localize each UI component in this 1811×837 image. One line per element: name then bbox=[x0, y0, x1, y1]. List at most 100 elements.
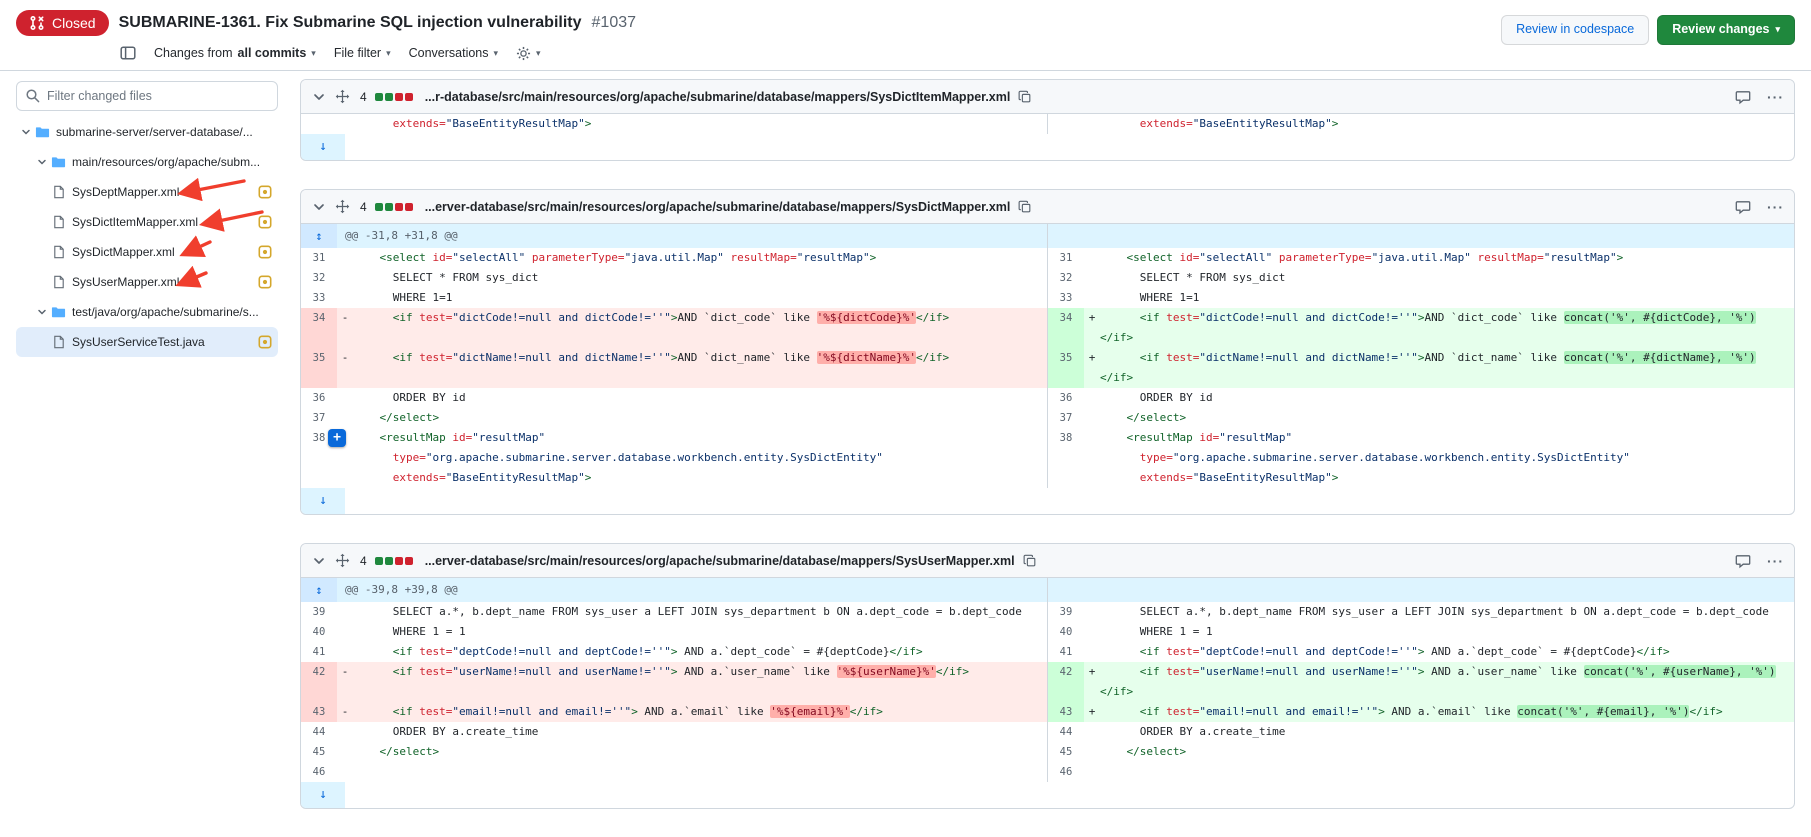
line-number[interactable]: 42 bbox=[1048, 662, 1084, 702]
diff-side: 36 ORDER BY id bbox=[1048, 388, 1794, 408]
line-number[interactable]: 36 bbox=[1048, 388, 1084, 408]
collapse-file-chevron-icon[interactable] bbox=[311, 89, 327, 105]
chevron-down-icon[interactable] bbox=[20, 126, 35, 138]
diff-row: 45 </select>45 </select> bbox=[301, 742, 1794, 762]
tree-folder-item[interactable]: test/java/org/apache/submarine/s... bbox=[16, 297, 278, 327]
line-number[interactable]: 35 bbox=[1048, 348, 1084, 388]
expand-down-button[interactable]: ↓ bbox=[301, 488, 345, 514]
copy-path-button[interactable] bbox=[1018, 90, 1032, 104]
tree-file-item[interactable]: SysDeptMapper.xml bbox=[16, 177, 278, 207]
sidebar-toggle-icon[interactable] bbox=[120, 45, 136, 61]
line-number[interactable]: 39 bbox=[1048, 602, 1084, 622]
line-number[interactable]: 46 bbox=[301, 762, 337, 782]
line-number[interactable]: 32 bbox=[301, 268, 337, 288]
collapse-file-chevron-icon[interactable] bbox=[311, 199, 327, 215]
line-number[interactable]: 40 bbox=[1048, 622, 1084, 642]
line-number[interactable]: 39 bbox=[301, 602, 337, 622]
code-text: <if test="userName!=null and userName!='… bbox=[1100, 662, 1776, 682]
code-line: - <if test="dictCode!=null and dictCode!… bbox=[337, 308, 1043, 328]
line-number[interactable]: 44 bbox=[1048, 722, 1084, 742]
diff-marker bbox=[337, 114, 353, 134]
diffstat-square bbox=[405, 557, 413, 565]
kebab-menu-button[interactable]: ··· bbox=[1767, 89, 1784, 105]
line-number[interactable]: 33 bbox=[1048, 288, 1084, 308]
file-filter-dropdown[interactable]: File filter ▾ bbox=[334, 46, 391, 60]
line-number[interactable]: 46 bbox=[1048, 762, 1084, 782]
kebab-menu-button[interactable]: ··· bbox=[1767, 199, 1784, 215]
diff-row: extends="BaseEntityResultMap"> extends="… bbox=[301, 114, 1794, 134]
code-text: <if test="dictCode!=null and dictCode!='… bbox=[353, 308, 949, 328]
diff-row: 32 SELECT * FROM sys_dict32 SELECT * FRO… bbox=[301, 268, 1794, 288]
code-text: </select> bbox=[353, 742, 439, 762]
comment-button[interactable] bbox=[1735, 89, 1751, 105]
conversations-dropdown[interactable]: Conversations ▾ bbox=[409, 46, 498, 60]
line-number[interactable]: 31 bbox=[1048, 248, 1084, 268]
code-line: </if> bbox=[1084, 682, 1790, 702]
line-number[interactable]: 41 bbox=[1048, 642, 1084, 662]
line-number[interactable]: 37 bbox=[301, 408, 337, 428]
tree-file-item[interactable]: SysDictMapper.xml bbox=[16, 237, 278, 267]
tree-file-item[interactable]: SysUserServiceTest.java bbox=[16, 327, 278, 357]
file-header-actions: ··· bbox=[1735, 553, 1784, 569]
line-number[interactable]: 44 bbox=[301, 722, 337, 742]
diff-row: 35- <if test="dictName!=null and dictNam… bbox=[301, 348, 1794, 388]
line-number[interactable] bbox=[301, 114, 337, 134]
drag-handle-icon[interactable] bbox=[335, 199, 350, 214]
diff-row: 33 WHERE 1=133 WHERE 1=1 bbox=[301, 288, 1794, 308]
add-comment-button[interactable]: + bbox=[328, 429, 346, 447]
diff-side: 44 ORDER BY a.create_time bbox=[301, 722, 1047, 742]
review-changes-button[interactable]: Review changes ▾ bbox=[1657, 15, 1795, 45]
kebab-menu-button[interactable]: ··· bbox=[1767, 553, 1784, 569]
line-number[interactable]: 41 bbox=[301, 642, 337, 662]
expand-down-button[interactable]: ↓ bbox=[301, 134, 345, 160]
files-toolbar: Changes from all commits ▾ File filter ▾… bbox=[120, 45, 1795, 61]
expand-hunk-button[interactable]: ↕ bbox=[301, 578, 337, 602]
changes-from-dropdown[interactable]: Changes from all commits ▾ bbox=[154, 46, 316, 60]
line-number[interactable]: 31 bbox=[301, 248, 337, 268]
diffstat-square bbox=[405, 203, 413, 211]
line-number[interactable]: 32 bbox=[1048, 268, 1084, 288]
code-line: WHERE 1 = 1 bbox=[337, 622, 1043, 642]
line-number[interactable]: 45 bbox=[301, 742, 337, 762]
copy-path-button[interactable] bbox=[1018, 200, 1032, 214]
tree-file-item[interactable]: SysUserMapper.xml bbox=[16, 267, 278, 297]
tree-folder-item[interactable]: main/resources/org/apache/subm... bbox=[16, 147, 278, 177]
expand-down-button[interactable]: ↓ bbox=[301, 782, 345, 808]
line-number[interactable]: 33 bbox=[301, 288, 337, 308]
diff-marker: - bbox=[337, 702, 353, 722]
line-number[interactable] bbox=[1048, 114, 1084, 134]
line-number[interactable]: 38 bbox=[1048, 428, 1084, 488]
code-line: + <if test="dictName!=null and dictName!… bbox=[1084, 348, 1790, 368]
copy-path-button[interactable] bbox=[1023, 554, 1037, 568]
line-number[interactable]: 43 bbox=[301, 702, 337, 722]
expand-hunk-button[interactable]: ↕ bbox=[301, 224, 337, 248]
collapse-file-chevron-icon[interactable] bbox=[311, 553, 327, 569]
line-number[interactable]: 45 bbox=[1048, 742, 1084, 762]
comment-button[interactable] bbox=[1735, 553, 1751, 569]
line-number[interactable]: 37 bbox=[1048, 408, 1084, 428]
line-number[interactable]: 43 bbox=[1048, 702, 1084, 722]
diffstat-square bbox=[375, 203, 383, 211]
chevron-down-icon[interactable] bbox=[36, 306, 51, 318]
diff-marker bbox=[1084, 388, 1100, 408]
tree-folder-item[interactable]: submarine-server/server-database/... bbox=[16, 117, 278, 147]
diff-main: 4...r-database/src/main/resources/org/ap… bbox=[288, 71, 1811, 837]
line-number[interactable]: 36 bbox=[301, 388, 337, 408]
review-in-codespace-button[interactable]: Review in codespace bbox=[1501, 15, 1649, 45]
code-line: WHERE 1=1 bbox=[1084, 288, 1790, 308]
drag-handle-icon[interactable] bbox=[335, 89, 350, 104]
line-number[interactable]: 35 bbox=[301, 348, 337, 388]
comment-button[interactable] bbox=[1735, 199, 1751, 215]
file-path: ...erver-database/src/main/resources/org… bbox=[425, 200, 1011, 214]
line-number[interactable]: 42 bbox=[301, 662, 337, 702]
drag-handle-icon[interactable] bbox=[335, 553, 350, 568]
filter-changed-files-input[interactable] bbox=[16, 81, 278, 111]
chevron-down-icon[interactable] bbox=[36, 156, 51, 168]
line-number[interactable]: 34 bbox=[301, 308, 337, 348]
code-text: ORDER BY id bbox=[353, 388, 466, 408]
diff-settings-dropdown[interactable]: ▾ bbox=[516, 46, 541, 61]
line-number[interactable]: 34 bbox=[1048, 308, 1084, 348]
line-number[interactable]: 40 bbox=[301, 622, 337, 642]
tree-file-item[interactable]: SysDictItemMapper.xml bbox=[16, 207, 278, 237]
code-line: <select id="selectAll" parameterType="ja… bbox=[337, 248, 1043, 268]
